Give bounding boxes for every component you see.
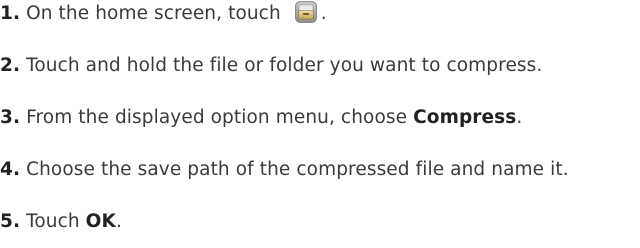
step-text: Touch and hold the file or folder you wa…: [20, 55, 543, 76]
step-number: 2.: [0, 55, 21, 76]
step-text: Touch: [20, 211, 86, 232]
step-5: 5. Touch OK.: [0, 208, 122, 236]
step-number: 5.: [0, 211, 21, 232]
compress-option-label: Compress: [413, 107, 517, 128]
step-text-end: .: [115, 211, 122, 232]
step-4: 4. Choose the save path of the compresse…: [0, 156, 569, 184]
step-text-end: .: [320, 3, 327, 24]
step-number: 3.: [0, 107, 21, 128]
step-text: From the displayed option menu, choose: [20, 107, 414, 128]
step-text: Choose the save path of the compressed f…: [20, 159, 569, 180]
ok-button-label: OK: [85, 211, 116, 232]
step-number: 1.: [0, 3, 21, 24]
step-number: 4.: [0, 159, 21, 180]
step-3: 3. From the displayed option menu, choos…: [0, 104, 522, 132]
step-text-end: .: [516, 107, 523, 128]
file-manager-icon: [294, 1, 317, 23]
step-1: 1. On the home screen, touch .: [0, 0, 327, 28]
step-text: On the home screen, touch: [20, 3, 287, 24]
step-2: 2. Touch and hold the file or folder you…: [0, 52, 542, 80]
